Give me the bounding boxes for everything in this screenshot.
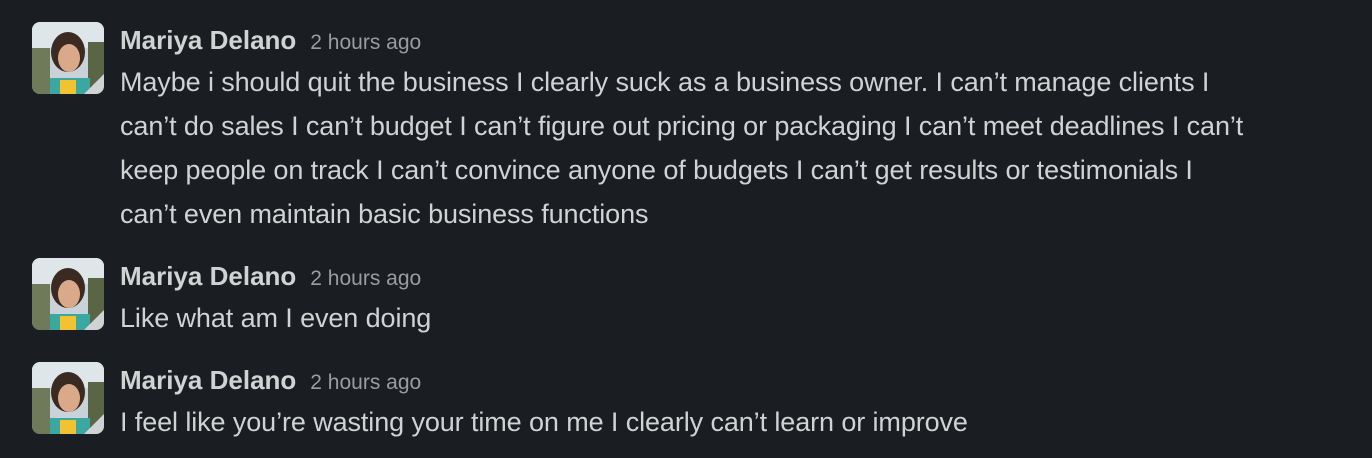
message-text: Maybe i should quit the business I clear… [120, 60, 1362, 236]
avatar-photo-icon [32, 258, 104, 330]
message-content: Mariya Delano 2 hours ago I feel like you… [120, 362, 1362, 444]
avatar-photo-icon [32, 362, 104, 434]
message-text-line: Maybe i should quit the business I clear… [120, 67, 1210, 97]
message-text-line: can’t even maintain basic business funct… [120, 199, 649, 229]
avatar[interactable] [32, 362, 104, 434]
avatar[interactable] [32, 258, 104, 330]
avatar[interactable] [32, 22, 104, 94]
message-text-line: can’t do sales I can’t budget I can’t fi… [120, 111, 1244, 141]
message-text-line: keep people on track I can’t convince an… [120, 155, 1193, 185]
message-text: Like what am I even doing [120, 296, 1362, 340]
sender-name[interactable]: Mariya Delano [120, 365, 296, 395]
sender-name[interactable]: Mariya Delano [120, 261, 296, 291]
message-header: Mariya Delano 2 hours ago [120, 22, 1362, 58]
message-header: Mariya Delano 2 hours ago [120, 362, 1362, 398]
sender-name[interactable]: Mariya Delano [120, 25, 296, 55]
message-timestamp[interactable]: 2 hours ago [310, 267, 421, 290]
avatar-photo-icon [32, 22, 104, 94]
message-timestamp[interactable]: 2 hours ago [310, 31, 421, 54]
message-text-line: Like what am I even doing [120, 303, 432, 333]
message-content: Mariya Delano 2 hours ago Like what am I … [120, 258, 1362, 340]
message-content: Mariya Delano 2 hours ago Maybe i should … [120, 22, 1362, 236]
message-text: I feel like you’re wasting your time on … [120, 400, 1362, 444]
message-text-line: I feel like you’re wasting your time on … [120, 407, 968, 437]
message-timestamp[interactable]: 2 hours ago [310, 371, 421, 394]
message-header: Mariya Delano 2 hours ago [120, 258, 1362, 294]
